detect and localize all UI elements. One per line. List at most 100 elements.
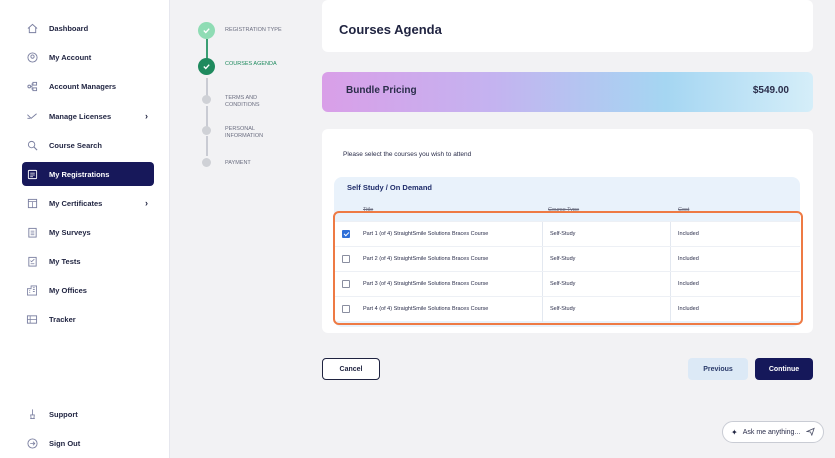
sidebar-item-my-tests[interactable]: My Tests bbox=[22, 249, 154, 273]
course-checkbox[interactable] bbox=[342, 305, 350, 313]
sidebar-item-label: Account Managers bbox=[49, 81, 117, 91]
column-header-cost: Cost bbox=[678, 207, 690, 213]
sidebar-item-label: My Registrations bbox=[49, 169, 110, 179]
license-icon bbox=[26, 110, 38, 122]
sidebar-item-manage-licenses[interactable]: Manage Licenses › bbox=[22, 104, 154, 128]
sparkle-icon: ✦ bbox=[731, 427, 738, 437]
sign-out-icon bbox=[26, 437, 38, 449]
certificate-icon bbox=[26, 197, 38, 209]
step-label-personal-information: PERSONAL INFORMATION bbox=[225, 126, 264, 139]
course-title: Part 3 (of 4) StraightSmile Solutions Br… bbox=[363, 281, 489, 287]
course-title: Part 2 (of 4) StraightSmile Solutions Br… bbox=[363, 256, 489, 262]
step-pending-dot bbox=[202, 126, 211, 135]
column-header-course-type: Course Type bbox=[548, 207, 580, 213]
course-cost: Included bbox=[678, 231, 699, 237]
sidebar-item-my-account[interactable]: My Account bbox=[22, 45, 154, 69]
managers-icon bbox=[26, 80, 38, 92]
course-type: Self-Study bbox=[550, 281, 576, 287]
courses-table: Title Course Type Cost Part 1 (of 4) Str… bbox=[334, 200, 800, 322]
step-label-courses-agenda: COURSES AGENDA bbox=[225, 61, 277, 67]
registration-stepper: REGISTRATION TYPE COURSES AGENDA TERMS A… bbox=[198, 22, 298, 182]
offices-icon bbox=[26, 284, 38, 296]
column-divider bbox=[542, 247, 543, 272]
tracker-icon bbox=[26, 313, 38, 325]
course-cost: Included bbox=[678, 256, 699, 262]
sidebar-item-label: Support bbox=[49, 409, 78, 419]
course-type: Self-Study bbox=[550, 306, 576, 312]
course-checkbox[interactable] bbox=[342, 280, 350, 288]
support-icon bbox=[26, 408, 38, 420]
previous-button[interactable]: Previous bbox=[688, 358, 748, 380]
step-label-registration-type: REGISTRATION TYPE bbox=[225, 27, 282, 33]
column-divider bbox=[542, 222, 543, 247]
column-header-title: Title bbox=[363, 207, 374, 213]
chevron-right-icon: › bbox=[145, 198, 148, 208]
column-divider bbox=[670, 247, 671, 272]
course-checkbox[interactable] bbox=[342, 255, 350, 263]
column-divider bbox=[670, 297, 671, 322]
stepper-connector bbox=[206, 106, 208, 128]
table-row: Part 2 (of 4) StraightSmile Solutions Br… bbox=[334, 246, 800, 272]
sidebar-item-label: My Account bbox=[49, 52, 92, 62]
account-icon bbox=[26, 51, 38, 63]
section-title: Self Study / On Demand bbox=[347, 183, 433, 192]
column-divider bbox=[542, 297, 543, 322]
step-complete-check-icon bbox=[198, 22, 215, 39]
column-divider bbox=[542, 272, 543, 297]
sidebar-item-sign-out[interactable]: Sign Out bbox=[22, 431, 154, 455]
chevron-right-icon: › bbox=[145, 111, 148, 121]
step-label-payment: PAYMENT bbox=[225, 160, 251, 166]
course-cost: Included bbox=[678, 306, 699, 312]
bundle-label: Bundle Pricing bbox=[346, 85, 417, 96]
sidebar-item-tracker[interactable]: Tracker bbox=[22, 307, 154, 331]
sidebar-item-my-surveys[interactable]: My Surveys bbox=[22, 220, 154, 244]
send-icon[interactable] bbox=[805, 427, 815, 438]
sidebar-item-course-search[interactable]: Course Search bbox=[22, 133, 154, 157]
sidebar-item-my-offices[interactable]: My Offices bbox=[22, 278, 154, 302]
course-checkbox[interactable] bbox=[342, 230, 350, 238]
table-row: Part 4 (of 4) StraightSmile Solutions Br… bbox=[334, 296, 800, 322]
step-pending-dot bbox=[202, 95, 211, 104]
stepper-connector bbox=[206, 136, 208, 156]
sidebar-item-dashboard[interactable]: Dashboard bbox=[22, 16, 154, 40]
sidebar-item-account-managers[interactable]: Account Managers bbox=[22, 74, 154, 98]
table-row: Part 1 (of 4) StraightSmile Solutions Br… bbox=[334, 221, 800, 247]
sidebar-item-label: My Surveys bbox=[49, 227, 91, 237]
bundle-price: $549.00 bbox=[752, 85, 789, 96]
sidebar-item-label: Manage Licenses bbox=[49, 111, 112, 121]
sidebar-item-label: My Offices bbox=[49, 285, 87, 295]
sidebar-item-label: Dashboard bbox=[49, 23, 89, 33]
sidebar-item-label: My Certificates bbox=[49, 198, 103, 208]
course-type: Self-Study bbox=[550, 256, 576, 262]
step-current-check-icon bbox=[198, 58, 215, 75]
sidebar-item-label: Sign Out bbox=[49, 438, 81, 448]
survey-icon bbox=[26, 226, 38, 238]
sidebar-item-label: My Tests bbox=[49, 256, 81, 266]
column-divider bbox=[670, 222, 671, 247]
tests-icon bbox=[26, 255, 38, 267]
ask-assistant-input[interactable]: ✦ Ask me anything... bbox=[722, 421, 824, 443]
course-cost: Included bbox=[678, 281, 699, 287]
sidebar-item-my-certificates[interactable]: My Certificates › bbox=[22, 191, 154, 215]
instruction-text: Please select the courses you wish to at… bbox=[343, 151, 472, 158]
column-divider bbox=[670, 272, 671, 297]
course-type: Self-Study bbox=[550, 231, 576, 237]
page-title: Courses Agenda bbox=[339, 22, 442, 37]
registrations-icon bbox=[26, 168, 38, 180]
continue-button[interactable]: Continue bbox=[755, 358, 813, 380]
home-icon bbox=[26, 22, 38, 34]
step-label-terms: TERMS AND CONDITIONS bbox=[225, 95, 260, 108]
search-icon bbox=[26, 139, 38, 151]
ask-placeholder: Ask me anything... bbox=[742, 428, 801, 436]
sidebar-item-label: Course Search bbox=[49, 140, 102, 150]
course-title: Part 4 (of 4) StraightSmile Solutions Br… bbox=[363, 306, 489, 312]
sidebar: Dashboard My Account Account Managers Ma… bbox=[0, 0, 170, 458]
cancel-button[interactable]: Cancel bbox=[322, 358, 380, 380]
table-row: Part 3 (of 4) StraightSmile Solutions Br… bbox=[334, 271, 800, 297]
step-pending-dot bbox=[202, 158, 211, 167]
course-title: Part 1 (of 4) StraightSmile Solutions Br… bbox=[363, 231, 489, 237]
bundle-pricing-banner: Bundle Pricing $549.00 bbox=[322, 72, 813, 112]
sidebar-item-my-registrations[interactable]: My Registrations bbox=[22, 162, 154, 186]
sidebar-item-support[interactable]: Support bbox=[22, 402, 154, 426]
sidebar-item-label: Tracker bbox=[49, 314, 76, 324]
